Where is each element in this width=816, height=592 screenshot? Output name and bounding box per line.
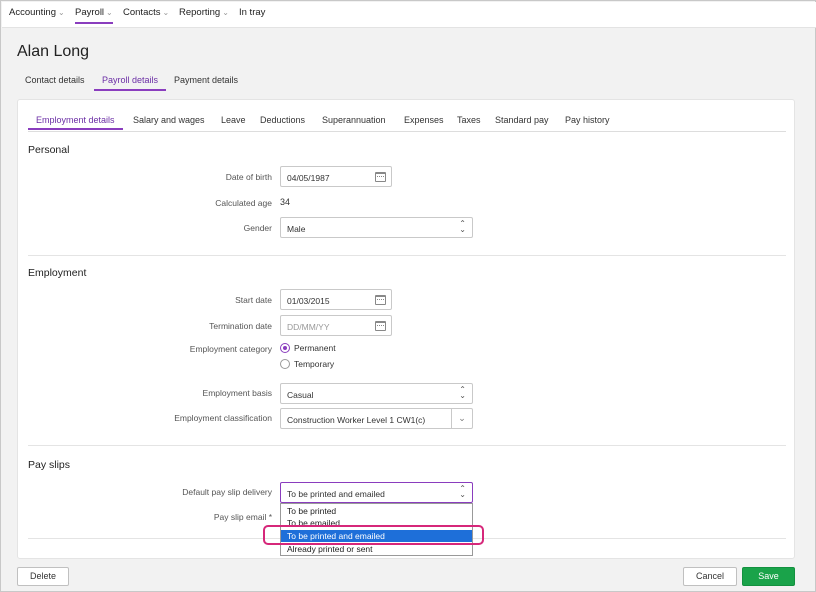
cancel-button[interactable]: Cancel [683,567,737,586]
top-nav: Accounting ⌄ Payroll ⌄ Contacts ⌄ Reporting… [2,2,816,28]
chevron-down-icon: ⌄ [106,8,113,17]
nav-payroll[interactable]: Payroll ⌄ [75,7,113,24]
classification-label: Employment classification [174,413,272,423]
tab-deductions[interactable]: Deductions [260,115,305,125]
chevron-down-icon: ⌄ [162,8,170,17]
nav-contacts[interactable]: Contacts ⌄ [123,7,169,18]
nav-in-tray[interactable]: In tray [239,7,265,18]
delivery-select[interactable]: To be printed and emailed ⌃ ⌄ [280,482,473,503]
radio-temporary[interactable]: Temporary [280,359,334,369]
payslip-email-label: Pay slip email * [213,512,272,522]
save-button[interactable]: Save [742,567,795,586]
updown-icon: ⌃ ⌄ [459,385,466,400]
tab-employment-details[interactable]: Employment details [28,115,123,130]
calendar-icon[interactable] [375,172,386,182]
gender-label: Gender [243,223,272,233]
highlight-annotation [263,525,484,545]
section-personal-title: Personal [28,144,70,156]
tab-leave[interactable]: Leave [221,115,246,125]
basis-label: Employment basis [202,388,272,398]
option-to-be-printed[interactable]: To be printed [281,505,472,517]
tab-salary-and-wages[interactable]: Salary and wages [133,115,205,125]
chevron-down-icon: ⌄ [58,8,65,17]
tab-payroll-details[interactable]: Payroll details [93,75,167,91]
divider [28,445,786,446]
basis-select[interactable]: Casual ⌃ ⌄ [280,383,473,404]
section-payslips-title: Pay slips [28,459,71,471]
start-date-label: Start date [235,295,272,305]
updown-icon: ⌃ ⌄ [459,484,466,499]
tab-superannuation[interactable]: Superannuation [322,115,386,125]
tab-standard-pay[interactable]: Standard pay [495,115,549,125]
radio-permanent[interactable]: Permanent [280,343,336,353]
section-employment-title: Employment [28,267,87,279]
radio-unselected-icon [280,359,290,369]
delete-button[interactable]: Delete [17,567,69,586]
sub-tabs: Employment details Salary and wages Leav… [28,112,786,132]
divider [28,255,786,256]
gender-select[interactable]: Male ⌃ ⌄ [280,217,473,238]
calendar-icon[interactable] [375,295,386,305]
tab-contact-details[interactable]: Contact details [25,75,85,85]
classification-select[interactable]: Construction Worker Level 1 CW1(c) ⌄ [280,408,473,429]
tab-expenses[interactable]: Expenses [404,115,444,125]
updown-icon: ⌃ ⌄ [459,219,466,234]
delivery-label: Default pay slip delivery [182,487,272,497]
dob-field[interactable]: 04/05/1987 [280,166,392,187]
dob-label: Date of birth [225,172,272,182]
termination-date-field[interactable]: DD/MM/YY [280,315,392,336]
age-value: 34 [280,197,291,207]
start-date-field[interactable]: 01/03/2015 [280,289,392,310]
nav-accounting[interactable]: Accounting ⌄ [9,7,65,18]
chevron-down-icon[interactable]: ⌄ [451,409,472,428]
chevron-down-icon: ⌄ [222,8,229,17]
radio-selected-icon [280,343,290,353]
nav-reporting[interactable]: Reporting ⌄ [179,7,229,18]
page-title: Alan Long [17,43,90,60]
age-label: Calculated age [215,198,272,208]
tab-payment-details[interactable]: Payment details [174,75,238,85]
termination-date-label: Termination date [209,321,272,331]
category-label: Employment category [189,344,272,354]
tab-taxes[interactable]: Taxes [457,115,481,125]
employee-card: Employment details Salary and wages Leav… [17,99,795,559]
tab-pay-history[interactable]: Pay history [565,115,610,125]
calendar-icon[interactable] [375,321,386,331]
app-window: Accounting ⌄ Payroll ⌄ Contacts ⌄ Reporting… [0,0,816,592]
